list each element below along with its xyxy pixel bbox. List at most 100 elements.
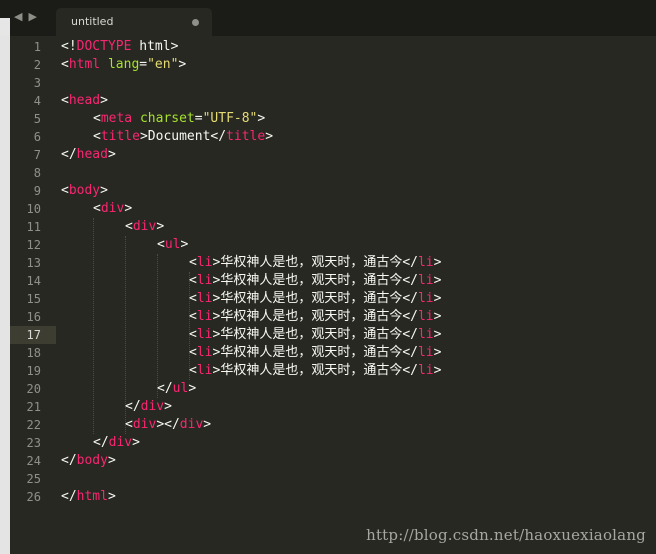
div-tag-close: div — [108, 435, 133, 450]
line-number: 12 — [26, 238, 41, 252]
li-tag-open: li — [196, 327, 213, 342]
li-text: 华权神人是也，观天时，通古今 — [220, 363, 403, 378]
line-number: 14 — [26, 274, 41, 288]
code-line-19: <li>华权神人是也，观天时，通古今</li> — [189, 363, 442, 378]
li-text: 华权神人是也，观天时，通古今 — [220, 291, 403, 306]
line-number: 16 — [26, 310, 41, 324]
code-line-7: </head> — [61, 147, 116, 162]
html-tag-close: html — [76, 489, 108, 504]
title-tag-close: title — [226, 129, 266, 144]
code-line-26: </html> — [61, 489, 116, 504]
left-frame — [0, 36, 10, 554]
li-tag-open: li — [196, 309, 213, 324]
code-line-1: <!DOCTYPE html> — [61, 38, 178, 56]
li-text: 华权神人是也，观天时，通古今 — [220, 327, 403, 342]
code-line-23: </div> — [93, 435, 140, 450]
tab-left-arrow-icon[interactable]: ◀ — [14, 10, 22, 23]
line-number-active: 17 — [26, 328, 41, 342]
head-tag: head — [68, 93, 101, 108]
editor-window: ◀ ▶ untitled 1 2 3 4 5 6 7 8 9 10 11 12 … — [0, 0, 656, 554]
charset-value: "UTF-8" — [202, 111, 258, 126]
head-tag-close: head — [76, 147, 108, 162]
li-tag-open: li — [196, 345, 213, 360]
line-number: 7 — [33, 148, 41, 162]
line-number: 4 — [33, 94, 41, 108]
title-text: Document — [147, 129, 211, 144]
unsaved-dot-icon[interactable] — [192, 19, 199, 26]
li-tag-close: li — [417, 255, 434, 270]
div-tag-close: div — [179, 417, 204, 432]
tab-right-arrow-icon[interactable]: ▶ — [28, 10, 36, 23]
watermark: http://blog.csdn.net/haoxuexiaolang — [366, 526, 646, 544]
li-tag-close: li — [417, 345, 434, 360]
div-tag: div — [132, 417, 157, 432]
li-tag-open: li — [196, 291, 213, 306]
doctype-keyword: DOCTYPE — [76, 39, 132, 54]
body-tag-open: body — [68, 183, 101, 198]
doctype-rest: html> — [131, 39, 179, 54]
line-number: 6 — [33, 130, 41, 144]
code-line-13: <li>华权神人是也，观天时，通古今</li> — [189, 255, 442, 270]
li-tag-close: li — [417, 273, 434, 288]
line-number: 5 — [33, 112, 41, 126]
li-tag-close: li — [417, 327, 434, 342]
line-number: 8 — [33, 166, 41, 180]
li-tag-close: li — [417, 291, 434, 306]
meta-tag: meta — [100, 111, 133, 126]
line-number: 25 — [26, 472, 41, 486]
code-line-16: <li>华权神人是也，观天时，通古今</li> — [189, 309, 442, 324]
li-tag-open: li — [196, 255, 213, 270]
li-tag-close: li — [417, 309, 434, 324]
indent-guide — [93, 218, 94, 434]
li-text: 华权神人是也，观天时，通古今 — [220, 255, 403, 270]
tab-untitled[interactable]: untitled — [56, 8, 212, 36]
code-line-20: </ul> — [157, 381, 197, 396]
code-line-15: <li>华权神人是也，观天时，通古今</li> — [189, 291, 442, 306]
code-line-5: <meta charset="UTF-8"> — [93, 111, 266, 126]
code-line-9: <body> — [61, 183, 108, 198]
ul-tag-close: ul — [172, 381, 189, 396]
code-line-22: <div></div> — [125, 417, 212, 432]
ul-tag-open: ul — [164, 237, 181, 252]
li-text: 华权神人是也，观天时，通古今 — [220, 273, 403, 288]
li-text: 华权神人是也，观天时，通古今 — [220, 309, 403, 324]
code-line-17: <li>华权神人是也，观天时，通古今</li> — [189, 327, 442, 342]
line-number: 3 — [33, 76, 41, 90]
code-editor[interactable]: 1 2 3 4 5 6 7 8 9 10 11 12 13 14 15 16 1… — [10, 36, 656, 554]
lang-attr: lang — [107, 57, 140, 72]
code-line-2: <html lang="en"> — [61, 57, 187, 72]
code-line-14: <li>华权神人是也，观天时，通古今</li> — [189, 273, 442, 288]
line-number: 11 — [26, 220, 41, 234]
tab-navigation: ◀ ▶ — [14, 10, 37, 23]
li-tag-open: li — [196, 363, 213, 378]
code-line-24: </body> — [61, 453, 116, 468]
line-number: 26 — [26, 490, 41, 504]
code-line-11: <div> — [125, 219, 165, 234]
div-tag-close: div — [140, 399, 165, 414]
div-tag: div — [132, 219, 157, 234]
lang-value: "en" — [147, 57, 179, 72]
line-number: 2 — [33, 58, 41, 72]
line-number: 20 — [26, 382, 41, 396]
code-line-21: </div> — [125, 399, 172, 414]
div-tag: div — [100, 201, 125, 216]
html-tag: html — [68, 57, 101, 72]
line-number: 19 — [26, 364, 41, 378]
line-number: 22 — [26, 418, 41, 432]
left-strip — [0, 18, 10, 36]
code-line-10: <div> — [93, 201, 133, 216]
line-number: 15 — [26, 292, 41, 306]
line-number: 21 — [26, 400, 41, 414]
tab-title: untitled — [71, 15, 114, 28]
tab-bar: ◀ ▶ untitled — [0, 0, 656, 36]
li-text: 华权神人是也，观天时，通古今 — [220, 345, 403, 360]
li-tag-open: li — [196, 273, 213, 288]
line-number: 13 — [26, 256, 41, 270]
line-number: 18 — [26, 346, 41, 360]
line-number-gutter: 1 2 3 4 5 6 7 8 9 10 11 12 13 14 15 16 1… — [10, 36, 52, 554]
indent-guide — [157, 254, 158, 398]
charset-attr: charset — [139, 111, 195, 126]
code-line-12: <ul> — [157, 237, 189, 252]
title-tag-open: title — [100, 129, 140, 144]
line-number: 9 — [33, 184, 41, 198]
